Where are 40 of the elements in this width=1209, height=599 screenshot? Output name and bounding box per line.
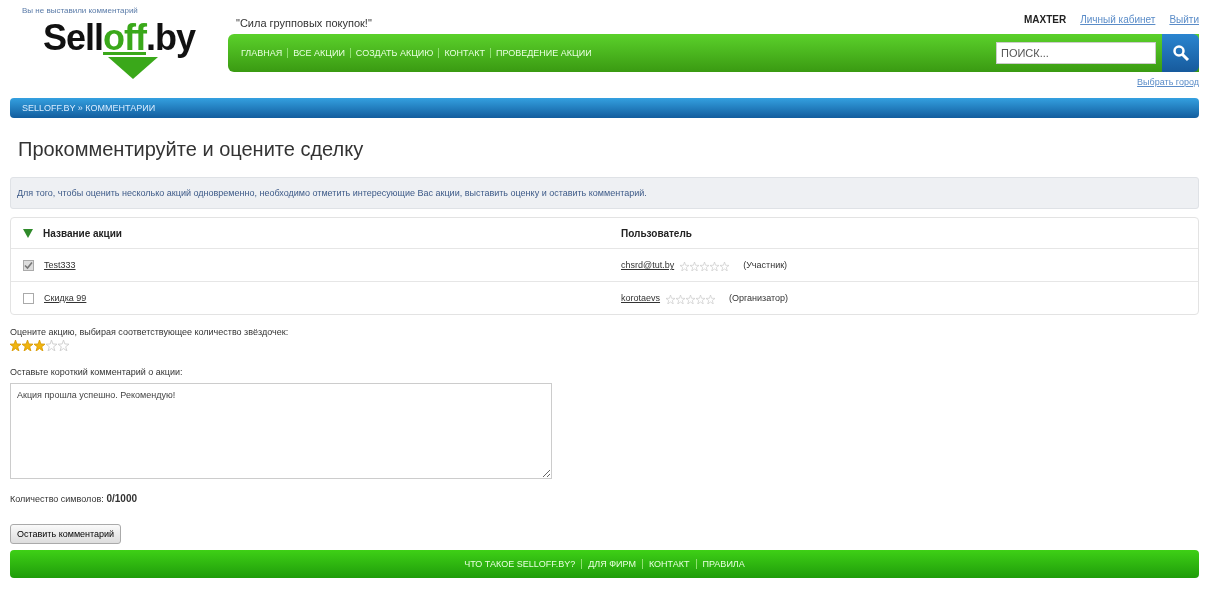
nav-link[interactable]: ГЛАВНАЯ: [236, 48, 288, 58]
account-link[interactable]: Выйти: [1169, 13, 1199, 25]
nav-link[interactable]: КОНТАКТ: [439, 48, 490, 58]
user-role: (Участник): [743, 260, 788, 270]
deal-link[interactable]: Скидка 99: [44, 293, 87, 303]
nav-link[interactable]: ВСЕ АКЦИИ: [288, 48, 350, 58]
search-button[interactable]: [1162, 34, 1199, 72]
nav-link[interactable]: ПРОВЕДЕНИЕ АКЦИИ: [490, 48, 597, 58]
rating-prompt: Оцените акцию, выбирая соответствующее количество звёздочек:: [10, 327, 289, 337]
breadcrumb-link[interactable]: SELLOFF.BY » КОММЕНТАРИИ: [22, 103, 156, 113]
notice-link[interactable]: Вы не выставили комментарий: [22, 6, 138, 15]
logo[interactable]: Selloff.by: [40, 17, 198, 81]
counter-label: Количество символов:: [10, 494, 104, 504]
submit-button[interactable]: Оставить комментарий: [10, 524, 122, 544]
account-link[interactable]: Личный кабинет: [1080, 13, 1156, 25]
sort-icon[interactable]: [23, 228, 33, 238]
page-title: Прокомментируйте и оцените сделку: [18, 138, 365, 162]
deal-link[interactable]: Test333: [44, 260, 76, 270]
user-name: MAXTER: [1023, 13, 1067, 25]
comment-field[interactable]: Акция прошла успешно. Рекомендую!: [10, 383, 552, 479]
footer-link[interactable]: КОНТАКТ: [648, 559, 690, 569]
user-link[interactable]: chsrd@tut.by: [621, 260, 675, 270]
user-role: (Организатор): [729, 293, 789, 303]
checkbox[interactable]: [23, 259, 34, 271]
counter-value: 0/1000: [106, 493, 138, 504]
nav-link[interactable]: СОЗДАТЬ АКЦИЮ: [350, 48, 439, 58]
footer-link[interactable]: ЧТО ТАКОЕ SELLOFF.BY?: [464, 559, 576, 569]
user-link[interactable]: korotaevs: [621, 293, 661, 303]
column-header: Название акции: [43, 227, 122, 239]
search-icon: [1171, 44, 1190, 62]
column-header: Пользователь: [621, 227, 692, 239]
comment-label: Оставьте короткий комментарий о акции:: [10, 367, 183, 377]
rating-stars[interactable]: [10, 340, 69, 351]
footer-link[interactable]: ПРАВИЛА: [702, 559, 745, 569]
info-message: Для того, чтобы оценить несколько акций одновременно, необходимо отметить интересующие Вас акции, выставить оценку и оставить комментарий.: [10, 177, 1199, 209]
tagline: "Сила групповых покупок!": [236, 17, 372, 29]
search-field[interactable]: ПОИСК...: [996, 42, 1156, 64]
checkbox[interactable]: [23, 292, 34, 304]
footer-link[interactable]: ДЛЯ ФИРМ: [588, 559, 636, 569]
city-link[interactable]: Выбрать город: [1137, 77, 1199, 87]
